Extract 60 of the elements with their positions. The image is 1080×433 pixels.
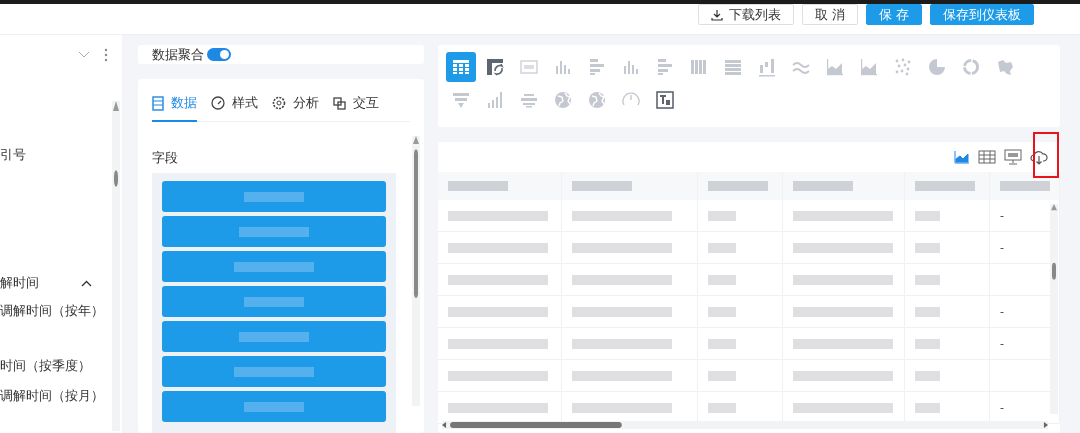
area-chart-icon[interactable] [954, 150, 970, 164]
table-icon[interactable] [446, 52, 476, 82]
field-item[interactable] [162, 321, 386, 352]
more-icon[interactable] [104, 48, 108, 62]
blurred-text [915, 370, 940, 381]
settings-icon [272, 96, 286, 110]
table-cell: - [1000, 305, 1004, 318]
blurred-text [915, 242, 940, 253]
blurred-text [708, 210, 736, 221]
download-icon [710, 8, 723, 21]
blurred-text [793, 181, 853, 191]
config-tab[interactable]: 样式 [211, 91, 258, 122]
blurred-text [915, 181, 975, 191]
field-item[interactable] [162, 356, 386, 387]
chevron-up-icon[interactable] [81, 279, 92, 287]
aggregation-toggle[interactable] [207, 48, 231, 61]
sidebar-item[interactable]: 调解时间（按年） [0, 302, 104, 320]
header-button[interactable]: 下载列表 [697, 4, 794, 25]
blurred-text [448, 181, 508, 191]
field-item[interactable] [162, 181, 386, 212]
table-icon[interactable] [978, 150, 996, 164]
blurred-text [915, 306, 940, 317]
table-cell: - [1000, 241, 1004, 254]
header-button[interactable]: 取 消 [801, 4, 858, 25]
table-cell: - [1000, 337, 1004, 350]
config-tab[interactable]: 交互 [333, 91, 379, 122]
gauge-icon [211, 96, 225, 110]
highlight-frame [1033, 132, 1059, 178]
blurred-text [708, 306, 736, 317]
monitor-icon[interactable] [1004, 149, 1022, 165]
blurred-text [572, 181, 632, 191]
blurred-text [915, 274, 940, 285]
sidebar-item[interactable]: 时间（按季度） [0, 357, 91, 375]
sidebar-item[interactable]: 调解时间（按月） [0, 387, 104, 405]
config-tab[interactable]: 分析 [272, 91, 319, 122]
field-item[interactable] [162, 216, 386, 247]
list-icon [152, 95, 164, 111]
aggregation-label: 数据聚合 [152, 45, 204, 64]
blurred-text [915, 338, 940, 349]
table-cell: - [1000, 401, 1004, 414]
table-cell: - [1000, 209, 1004, 222]
blurred-text [708, 370, 736, 381]
blurred-text [915, 210, 940, 221]
fields-label: 字段 [152, 149, 179, 167]
copy-icon [333, 96, 346, 110]
blurred-text [915, 402, 940, 413]
config-tab[interactable]: 数据 [152, 91, 197, 122]
blurred-text [708, 402, 736, 413]
blurred-text [708, 242, 736, 253]
field-item[interactable] [162, 251, 386, 282]
cloud-download-icon[interactable] [1030, 149, 1048, 165]
blurred-text [708, 338, 736, 349]
blurred-text [708, 274, 736, 285]
blurred-text [708, 181, 768, 191]
field-item[interactable] [162, 286, 386, 317]
chevron-down-icon[interactable] [78, 51, 90, 59]
sidebar-item[interactable]: 解时间 [0, 274, 39, 292]
sidebar-item[interactable]: 引号 [0, 146, 26, 164]
field-item[interactable] [162, 391, 386, 422]
blurred-text [1000, 181, 1050, 191]
